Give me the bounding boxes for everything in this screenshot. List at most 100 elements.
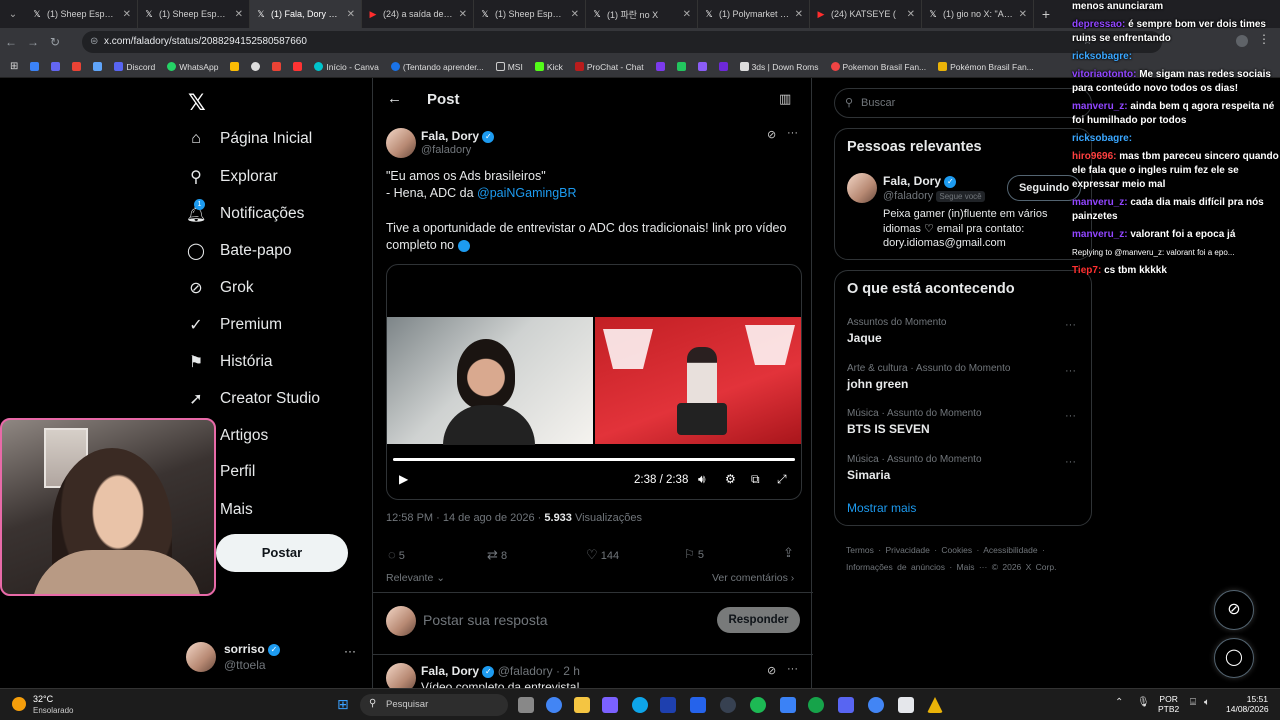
bookmark-item[interactable] xyxy=(697,62,707,71)
following-button[interactable]: Seguindo xyxy=(1007,175,1081,201)
reader-mode-icon[interactable]: ▥ xyxy=(779,91,791,107)
chat-username[interactable]: manveru_z: xyxy=(1072,197,1128,208)
footer-ads-info[interactable]: Informações de anúncios xyxy=(846,562,945,572)
video-player[interactable]: ▶ 2:38 / 2:38 🔊︎ ⚙ ⧉ ⤢ xyxy=(386,264,802,500)
tab-close-icon[interactable]: ✕ xyxy=(907,9,915,20)
relevant-name[interactable]: Fala, Dory xyxy=(883,174,941,188)
tray-chevron-up-icon[interactable]: ⌃ xyxy=(1115,697,1123,708)
bookmark-item[interactable] xyxy=(718,62,728,71)
chat-username[interactable]: ricksobagre: xyxy=(1072,51,1132,62)
bookmark-item[interactable] xyxy=(230,62,240,71)
back-icon[interactable]: ← xyxy=(0,35,22,49)
trend-more-icon[interactable]: ··· xyxy=(1065,319,1076,331)
tab-search-icon[interactable]: ⌄ xyxy=(0,9,26,20)
grok-icon[interactable]: ⊘ xyxy=(767,664,776,677)
nav-grok[interactable]: ⊘ Grok xyxy=(186,278,253,298)
chat-username[interactable]: manveru_z: xyxy=(1072,229,1128,240)
bookmark-action[interactable]: ⚐ 5 xyxy=(684,547,704,561)
account-switcher[interactable]: sorriso ✓ @ttoela ··· xyxy=(186,640,366,680)
browser-tab[interactable]: 𝕏 (1) gio no X: "Al C ✕ xyxy=(922,0,1034,28)
see-comments-link[interactable]: Ver comentários › xyxy=(712,572,794,584)
author-handle[interactable]: @faladory xyxy=(421,144,471,156)
relevant-avatar[interactable] xyxy=(847,173,877,203)
browser-tab[interactable]: 𝕏 (1) Sheep Esports ✕ xyxy=(138,0,250,28)
relevant-handle[interactable]: @faladory xyxy=(883,190,933,202)
windows-start-icon[interactable]: ⊞ xyxy=(337,696,349,713)
language-indicator[interactable]: POR PTB2 xyxy=(1158,694,1179,714)
browser-tab[interactable]: 𝕏 (1) Fala, Dory no X ✕ xyxy=(250,0,362,28)
reload-icon[interactable]: ↻ xyxy=(44,35,66,49)
footer-privacy[interactable]: Privacidade xyxy=(885,545,929,555)
browser-tab[interactable]: 𝕏 (1) Polymarket Le ✕ xyxy=(698,0,810,28)
app-icon[interactable] xyxy=(780,697,796,713)
fullscreen-icon[interactable]: ⤢ xyxy=(777,472,787,487)
bookmark-prochat[interactable]: ProChat - Chat xyxy=(574,62,644,72)
post-timestamp[interactable]: 12:58 PM · 14 de ago de 2026 · xyxy=(386,512,544,524)
chat-username[interactable]: vitoriaotonto: xyxy=(1072,69,1136,80)
nav-history[interactable]: ⚑ História xyxy=(186,352,273,372)
new-tab-icon[interactable]: + xyxy=(1034,6,1058,22)
reply-more-icon[interactable]: ··· xyxy=(787,663,798,675)
bookmark-item[interactable] xyxy=(93,62,103,71)
share-icon[interactable]: ⇪ xyxy=(783,545,794,561)
author-name[interactable]: Fala, Dory xyxy=(421,129,479,143)
nav-creator-studio[interactable]: ➚ Creator Studio xyxy=(186,389,320,409)
author-avatar[interactable] xyxy=(386,128,416,158)
play-icon[interactable]: ▶ xyxy=(399,472,408,486)
search-box[interactable]: ⚲ Buscar xyxy=(834,88,1092,118)
apps-grid-icon[interactable]: ⊞ xyxy=(10,61,18,72)
app-icon[interactable] xyxy=(720,697,736,713)
mention-link[interactable]: @paiNGamingBR xyxy=(477,186,577,200)
post-more-icon[interactable]: ··· xyxy=(787,127,798,139)
tab-close-icon[interactable]: ✕ xyxy=(347,9,355,20)
bookmark-discord[interactable]: Discord xyxy=(114,62,155,72)
bookmark-item[interactable] xyxy=(30,62,40,71)
file-explorer-icon[interactable] xyxy=(574,697,590,713)
show-more-link[interactable]: Mostrar mais xyxy=(847,501,916,515)
chat-username[interactable]: Tiep7: xyxy=(1072,265,1101,276)
app-icon[interactable] xyxy=(602,697,618,713)
app-icon[interactable] xyxy=(808,697,824,713)
back-arrow-icon[interactable]: ← xyxy=(387,90,402,107)
warning-icon[interactable] xyxy=(927,697,943,713)
chat-username[interactable]: hiro9696: xyxy=(1072,151,1116,162)
store-icon[interactable] xyxy=(660,697,676,713)
tab-close-icon[interactable]: ✕ xyxy=(235,9,243,20)
footer-cookies[interactable]: Cookies xyxy=(941,545,972,555)
volume-icon[interactable]: 🔊︎ xyxy=(698,472,706,487)
tab-close-icon[interactable]: ✕ xyxy=(459,9,467,20)
chat-username[interactable]: depressao: xyxy=(1072,19,1125,30)
trend-more-icon[interactable]: ··· xyxy=(1065,410,1076,422)
chrome-icon[interactable] xyxy=(546,697,562,713)
reply-avatar[interactable] xyxy=(386,663,416,688)
nav-explore[interactable]: ⚲ Explorar xyxy=(186,167,278,187)
browser-tab[interactable]: ▶ (24) a saída de xe ✕ xyxy=(362,0,474,28)
nav-chat[interactable]: ◯ Bate-papo xyxy=(186,241,291,261)
trend-more-icon[interactable]: ··· xyxy=(1065,456,1076,468)
browser-tab[interactable]: 𝕏 (1) Sheep Esports ✕ xyxy=(26,0,138,28)
bookmark-msi[interactable]: MSI xyxy=(495,62,523,72)
browser-tab[interactable]: ▶ (24) KATSEYE (✕ xyxy=(810,0,922,28)
bookmark-kick[interactable]: Kick xyxy=(534,62,563,72)
browser-tab[interactable]: 𝕏 (1) 파란 no X ✕ xyxy=(586,0,698,28)
mail-icon[interactable] xyxy=(690,697,706,713)
edge-icon[interactable] xyxy=(632,697,648,713)
reply-input[interactable]: Postar sua resposta xyxy=(423,612,548,628)
post-button[interactable]: Postar xyxy=(216,534,348,572)
reply-time[interactable]: 2 h xyxy=(563,664,580,678)
grok-float-icon[interactable]: ⊘ xyxy=(1214,590,1254,630)
chrome-icon[interactable] xyxy=(868,697,884,713)
bookmark-item[interactable] xyxy=(272,62,282,71)
chat-username[interactable]: manveru_z: xyxy=(1072,101,1128,112)
reply-button[interactable]: Responder xyxy=(717,607,800,633)
app-icon[interactable] xyxy=(898,697,914,713)
spotify-icon[interactable] xyxy=(750,697,766,713)
discord-icon[interactable] xyxy=(838,697,854,713)
taskbar-search[interactable]: ⚲ Pesquisar xyxy=(360,694,508,716)
tab-close-icon[interactable]: ✕ xyxy=(1019,9,1027,20)
footer-accessibility[interactable]: Acessibilidade xyxy=(983,545,1037,555)
nav-premium[interactable]: ✓ Premium xyxy=(186,315,282,335)
clock[interactable]: 15:51 14/08/2026 xyxy=(1226,694,1269,714)
like-action[interactable]: ♡ 144 xyxy=(586,547,619,563)
pip-icon[interactable]: ⧉ xyxy=(751,472,760,487)
